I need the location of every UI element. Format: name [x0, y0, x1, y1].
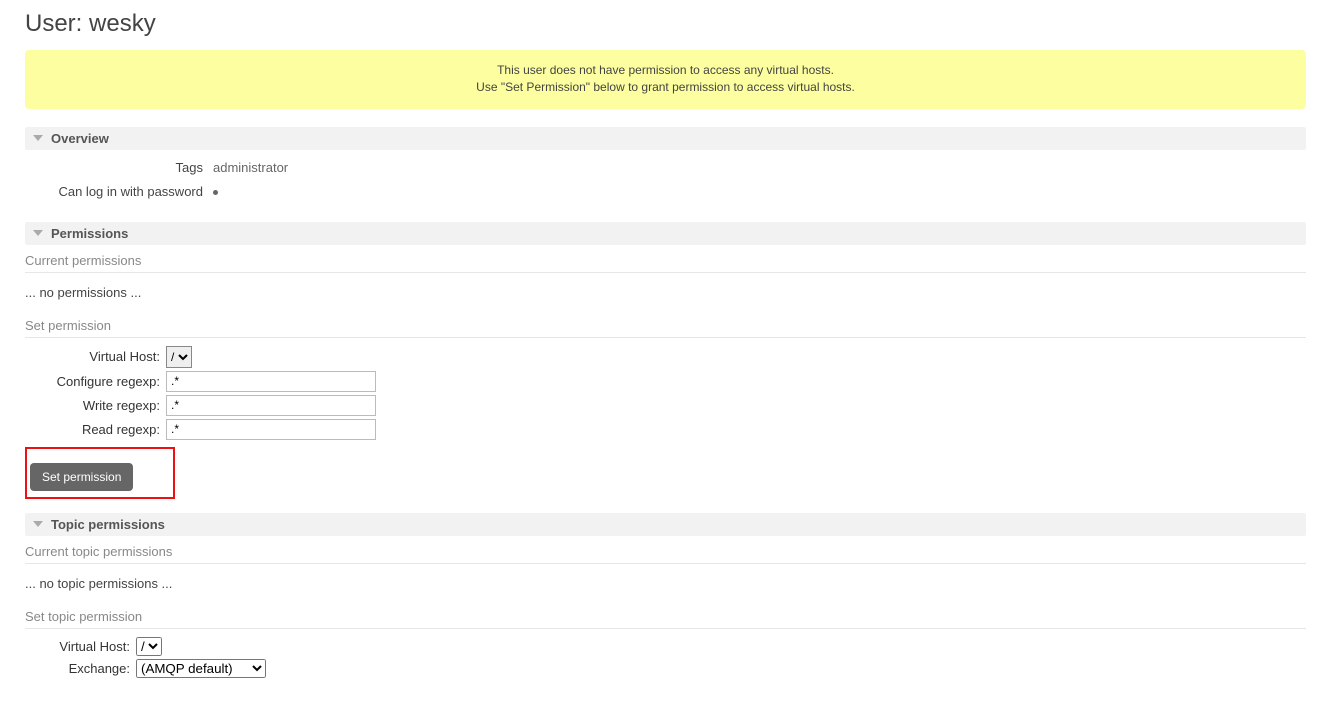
- warning-line-1: This user does not have permission to ac…: [41, 62, 1290, 79]
- chevron-down-icon: [33, 135, 43, 141]
- section-overview-title: Overview: [51, 131, 109, 146]
- set-permission-heading: Set permission: [25, 310, 1306, 338]
- topic-exchange-label: Exchange:: [25, 661, 136, 676]
- current-permissions-empty: ... no permissions ...: [25, 281, 1306, 310]
- overview-login-value: [213, 180, 288, 204]
- set-topic-permission-heading: Set topic permission: [25, 601, 1306, 629]
- set-permission-highlight: Set permission: [25, 447, 175, 499]
- section-overview-header[interactable]: Overview: [25, 127, 1306, 150]
- page-title: User: wesky: [25, 10, 1306, 38]
- overview-tags-label: Tags: [25, 156, 213, 180]
- topic-exchange-select[interactable]: (AMQP default): [136, 659, 266, 678]
- current-topic-permissions-heading: Current topic permissions: [25, 536, 1306, 564]
- current-permissions-heading: Current permissions: [25, 245, 1306, 273]
- write-regexp-label: Write regexp:: [25, 398, 166, 413]
- chevron-down-icon: [33, 521, 43, 527]
- overview-login-label: Can log in with password: [25, 180, 213, 204]
- read-regexp-label: Read regexp:: [25, 422, 166, 437]
- set-permission-button[interactable]: Set permission: [30, 463, 133, 491]
- topic-vhost-label: Virtual Host:: [25, 639, 136, 654]
- section-permissions-header[interactable]: Permissions: [25, 222, 1306, 245]
- vhost-label: Virtual Host:: [25, 349, 166, 364]
- read-regexp-input[interactable]: [166, 419, 376, 440]
- chevron-down-icon: [33, 230, 43, 236]
- topic-vhost-select[interactable]: /: [136, 637, 162, 656]
- warning-line-2: Use "Set Permission" below to grant perm…: [41, 79, 1290, 96]
- vhost-select[interactable]: /: [166, 346, 192, 368]
- page-title-prefix: User:: [25, 10, 82, 37]
- section-topic-permissions-header[interactable]: Topic permissions: [25, 513, 1306, 536]
- section-permissions-title: Permissions: [51, 226, 128, 241]
- current-topic-permissions-empty: ... no topic permissions ...: [25, 572, 1306, 601]
- warning-banner: This user does not have permission to ac…: [25, 50, 1306, 109]
- section-topic-permissions-title: Topic permissions: [51, 517, 165, 532]
- configure-regexp-input[interactable]: [166, 371, 376, 392]
- overview-tags-value: administrator: [213, 156, 288, 180]
- dot-icon: [213, 190, 218, 195]
- page-title-username: wesky: [89, 10, 156, 37]
- write-regexp-input[interactable]: [166, 395, 376, 416]
- configure-regexp-label: Configure regexp:: [25, 374, 166, 389]
